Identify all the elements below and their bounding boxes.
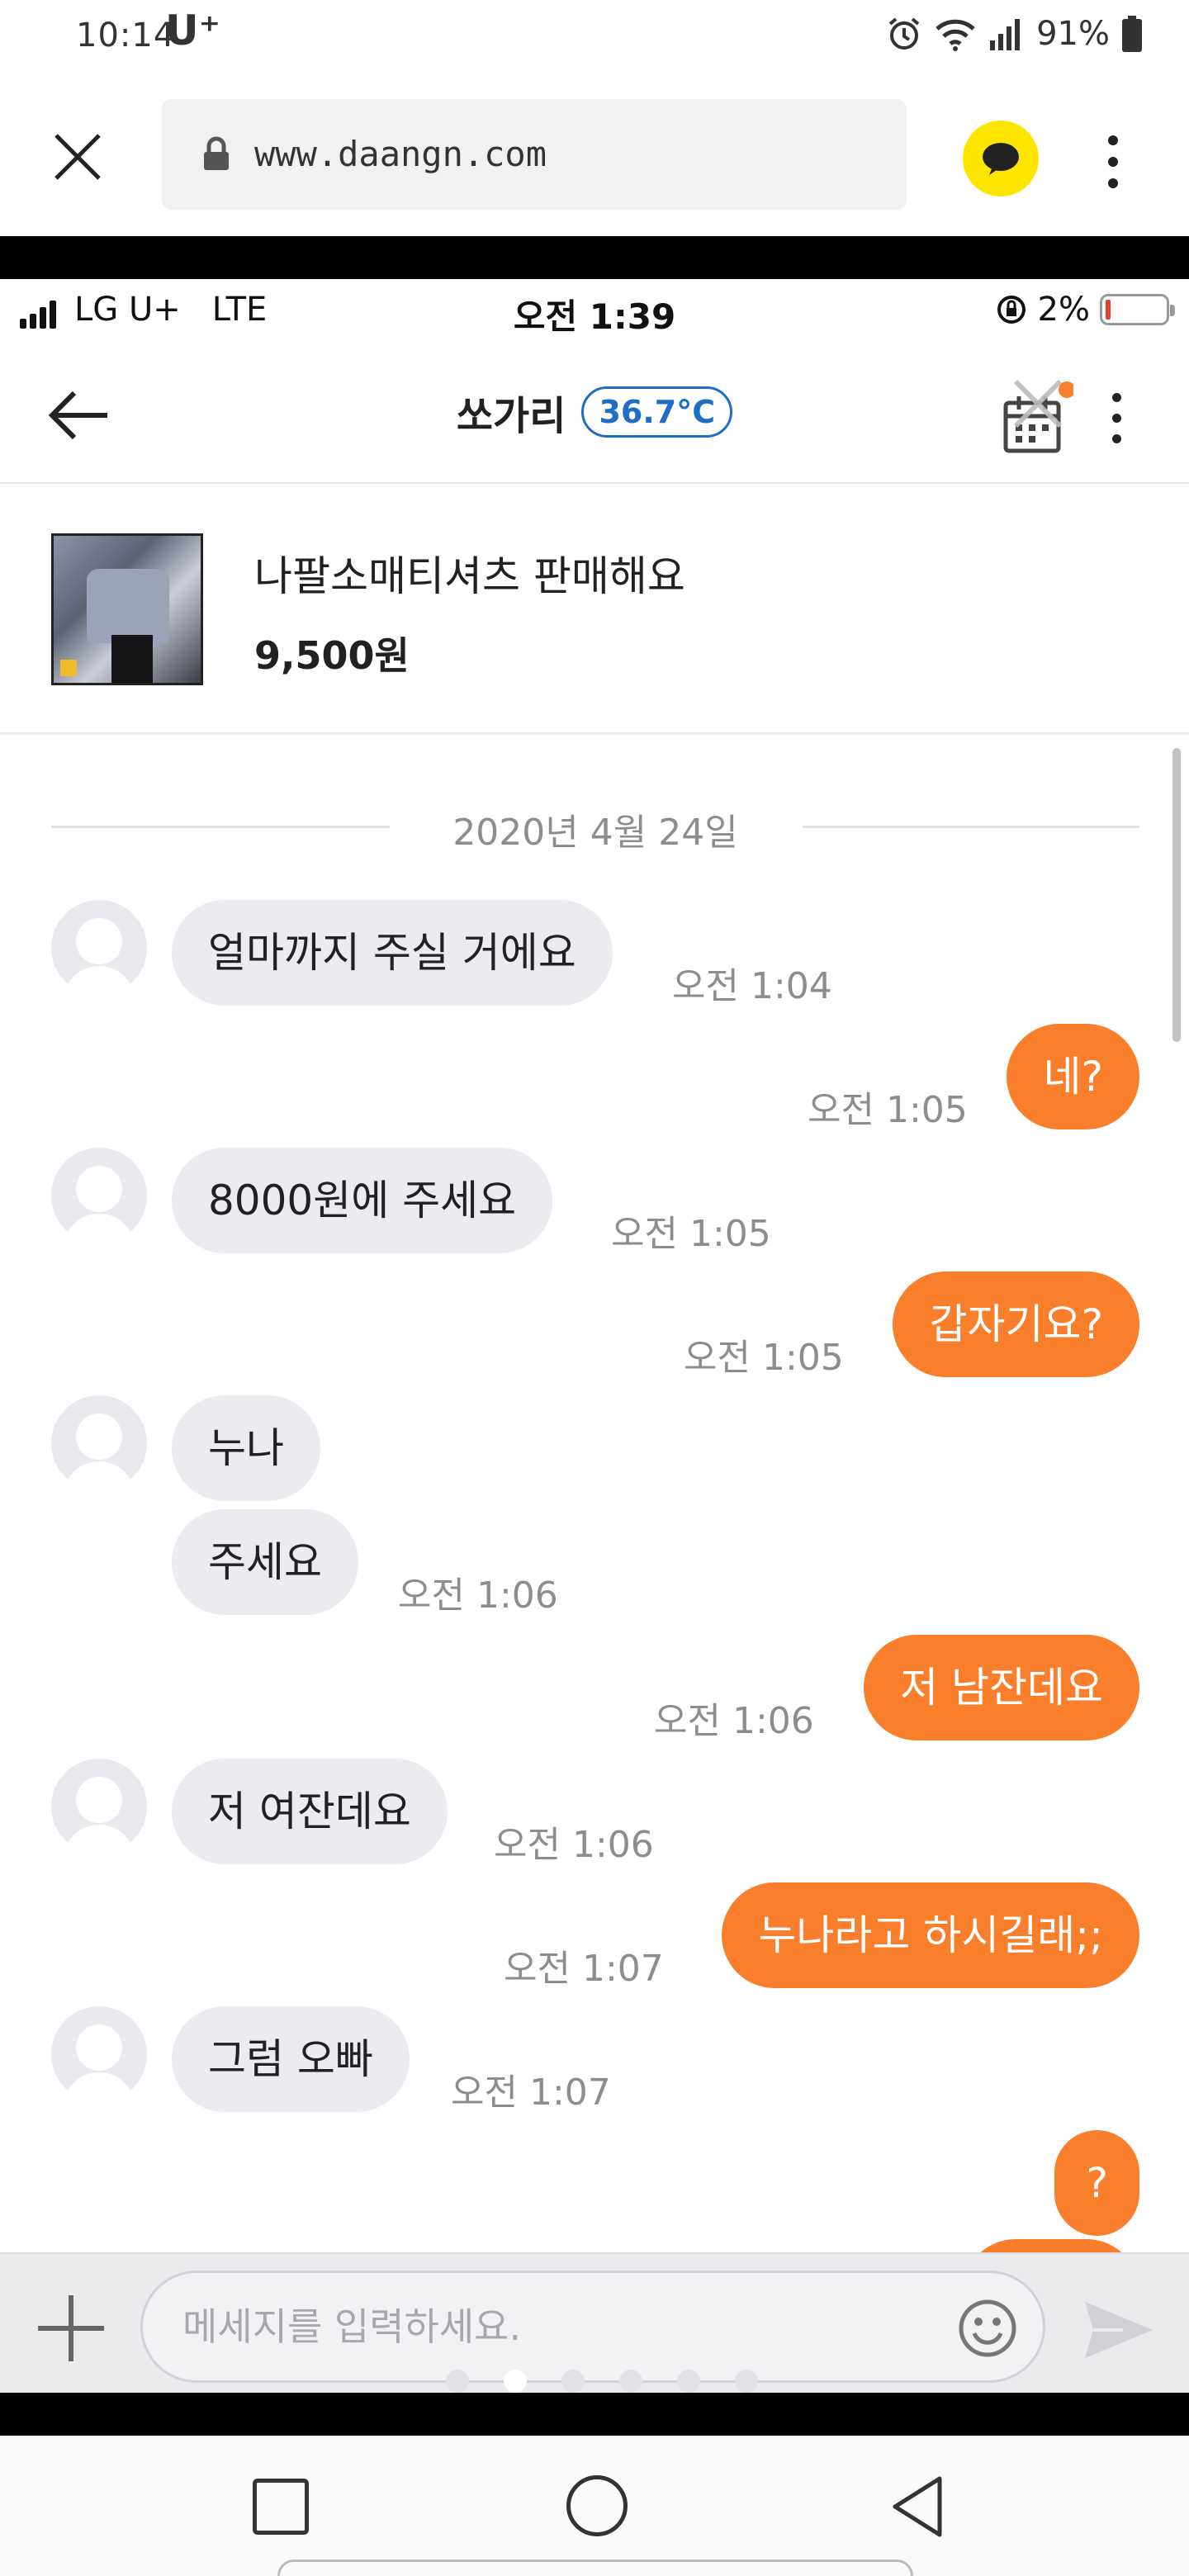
date-divider-text: 2020년 4월 24일 [452,812,738,854]
message-bubble[interactable]: 누나 [172,1395,320,1501]
url-text: www.daangn.com [254,134,547,174]
emoji-icon [959,2299,1016,2357]
system-time: 10:14 [76,17,176,54]
product-title: 나팔소매티셔츠 판매해요 [254,552,685,600]
gesture-handle[interactable] [277,2559,913,2576]
manner-temperature-badge: 36.7°C [581,386,733,438]
product-thumbnail[interactable] [51,533,203,685]
ios-status-bar: LG U+ LTE 오전 1:39 2% [0,279,1189,345]
kakaotalk-icon [983,143,1019,175]
recent-apps-button[interactable] [253,2479,309,2535]
schedule-button[interactable] [999,378,1075,461]
page-dot[interactable] [446,2370,469,2393]
message-bubble[interactable]: 얼마까지 주실 거에요 [172,900,613,1006]
browser-more-button[interactable] [1103,129,1123,195]
back-triangle-icon [893,2476,942,2537]
ios-battery-icon [1100,294,1175,325]
partner-avatar[interactable] [51,2006,147,2102]
message-time: 오전 1:06 [398,1574,558,1617]
partner-avatar[interactable] [51,1395,147,1491]
nav-back-button[interactable] [888,2474,946,2540]
message-time: 오전 1:05 [808,1089,968,1131]
message-bubble[interactable]: 8000원에 주세요 [172,1148,553,1253]
my-message-bubble[interactable]: 네? [1007,1024,1139,1129]
date-divider: 2020년 4월 24일 [51,801,1139,854]
partner-avatar[interactable] [51,900,147,996]
message-input[interactable] [140,2271,1045,2383]
lock-icon [204,136,229,170]
close-icon [54,134,101,180]
chat-more-button[interactable] [1106,388,1126,454]
product-price: 9,500원 [254,633,410,678]
android-nav-bar [0,2436,1189,2576]
send-button[interactable] [1082,2297,1156,2363]
ios-battery-percent: 2% [1037,291,1090,329]
emoji-button[interactable] [956,2297,1019,2360]
screenshot-divider-top [0,236,1189,279]
message-time: 오전 1:07 [504,1948,664,1990]
system-status-bar: 10:14 U⁺ 91% [0,0,1189,74]
my-message-bubble[interactable]: 저 남잔데요 [864,1635,1139,1740]
chat-scrollbar[interactable] [1172,748,1181,1042]
page-dot[interactable] [735,2370,758,2393]
message-time: 오전 1:05 [611,1213,771,1255]
calendar-icon [1003,379,1075,453]
home-button[interactable] [566,2475,628,2536]
send-icon [1085,2302,1153,2358]
browser-toolbar: www.daangn.com [0,74,1189,236]
my-message-bubble[interactable]: 누나라고 하시길래;; [722,1882,1139,1988]
page-dot[interactable] [561,2370,585,2393]
message-time: 오전 1:04 [672,965,832,1007]
chat-header: 쏘가리 36.7°C [0,345,1189,484]
attach-button[interactable] [38,2295,104,2361]
partner-avatar[interactable] [51,1148,147,1243]
message-bubble[interactable]: 주세요 [172,1509,358,1615]
system-battery-percent: 91% [1036,15,1110,53]
wifi-icon [936,19,975,51]
message-time: 오전 1:06 [654,1700,814,1742]
rotation-lock-icon [997,296,1026,324]
message-composer [0,2252,1189,2393]
message-list[interactable]: 2020년 4월 24일 얼마까지 주실 거에요 오전 1:04 네? 오전 1… [0,735,1189,2254]
signal-icon [990,19,1021,50]
page-indicator [446,2370,758,2393]
system-status-icons: 91% [886,15,1143,53]
partner-avatar[interactable] [51,1759,147,1854]
browser-close-button[interactable] [51,130,104,183]
page-dot[interactable] [619,2370,642,2393]
message-time: 오전 1:07 [451,2072,611,2114]
my-message-bubble[interactable]: 갑자기요? [893,1271,1139,1377]
message-bubble[interactable]: 그럼 오빠 [172,2006,410,2112]
screenshot-divider-bottom [0,2393,1189,2436]
message-bubble[interactable]: 저 여잔데요 [172,1759,448,1864]
page-dot-active[interactable] [504,2370,527,2393]
message-time: 오전 1:06 [494,1824,654,1866]
battery-icon [1122,16,1142,52]
partner-name: 쏘가리 [456,393,566,439]
alarm-icon [888,17,920,50]
address-bar[interactable]: www.daangn.com [162,99,907,210]
page-dot[interactable] [677,2370,700,2393]
ios-status-right: 2% [995,291,1175,329]
carrier-logo: U⁺ [165,7,220,54]
my-message-bubble[interactable]: ? [1054,2130,1139,2236]
message-time: 오전 1:05 [684,1337,844,1379]
product-summary[interactable]: 나팔소매티셔츠 판매해요 9,500원 [0,484,1189,735]
kakaotalk-button[interactable] [963,121,1039,197]
